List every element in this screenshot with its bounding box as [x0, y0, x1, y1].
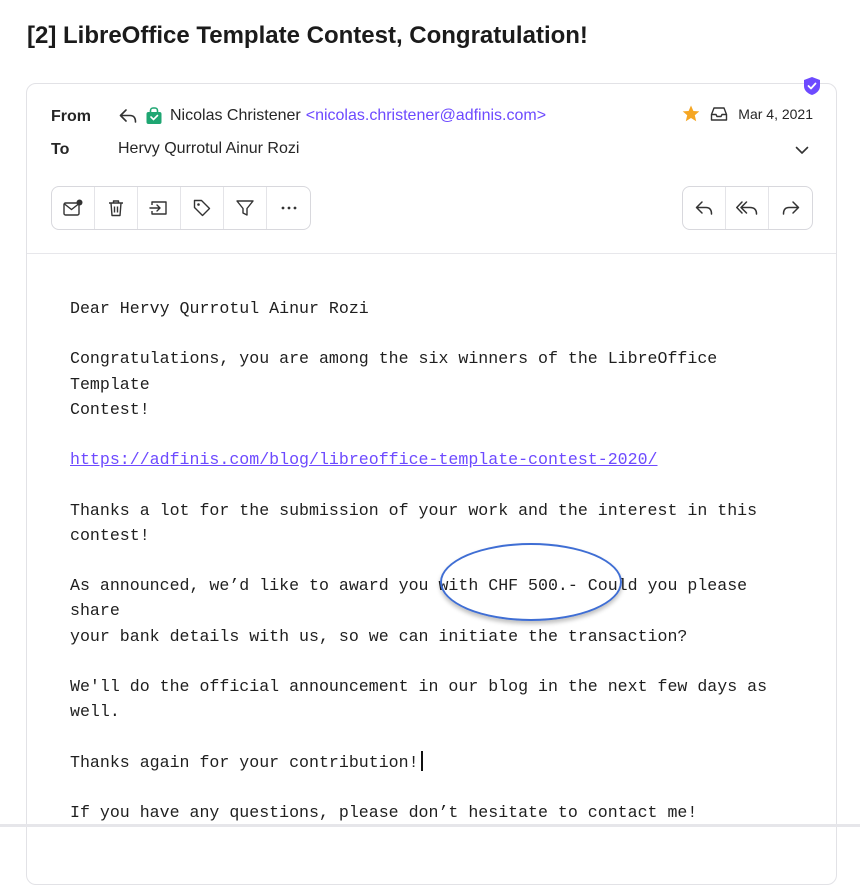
- mark-unread-button[interactable]: [52, 187, 95, 229]
- body-paragraph: Thanks a lot for the submission of your …: [70, 500, 758, 545]
- reply-actions-toolbar: [682, 186, 813, 230]
- message-body[interactable]: Dear Hervy Qurrotul Ainur Rozi Congratul…: [70, 296, 810, 850]
- from-label: From: [51, 108, 91, 125]
- move-button[interactable]: [138, 187, 181, 229]
- move-icon: [149, 201, 167, 215]
- mark-unread-icon: [63, 199, 83, 216]
- body-paragraph: We'll do the official announcement in ou…: [70, 676, 768, 722]
- to-label: To: [51, 141, 70, 158]
- sender-address[interactable]: <nicolas.christener@adfinis.com>: [306, 107, 546, 125]
- inbox-icon: [711, 106, 728, 121]
- message-meta: Mar 4, 2021: [672, 105, 813, 122]
- reply-icon: [695, 201, 713, 215]
- message-date: Mar 4, 2021: [738, 105, 813, 122]
- sender-name: Nicolas Christener: [170, 107, 301, 124]
- sender[interactable]: Nicolas Christener <nicolas.christener@a…: [118, 106, 546, 126]
- reply-button[interactable]: [683, 187, 726, 229]
- forward-button[interactable]: [769, 187, 812, 229]
- contest-link[interactable]: https://adfinis.com/blog/libreoffice-tem…: [70, 450, 658, 469]
- body-paragraph: Congratulations, you are among the six w…: [70, 349, 718, 419]
- filter-button[interactable]: [224, 187, 267, 229]
- shield-check-icon: [804, 77, 820, 95]
- filter-icon: [236, 200, 254, 216]
- body-paragraph: If you have any questions, please don’t …: [70, 802, 698, 822]
- message-actions-toolbar: [51, 186, 311, 230]
- greeting: Dear Hervy Qurrotul Ainur Rozi: [70, 299, 369, 318]
- message-subject: [2] LibreOffice Template Contest, Congra…: [27, 22, 588, 49]
- more-button[interactable]: [267, 187, 310, 229]
- forward-icon: [782, 201, 799, 215]
- reply-all-button[interactable]: [726, 187, 769, 229]
- message-card: From To Nicolas Christener <nicolas.chri…: [26, 77, 837, 885]
- text-cursor: [420, 750, 423, 771]
- body-paragraph: As announced, we’d like to award you wit…: [70, 576, 748, 646]
- reply-arrow-icon: [118, 106, 138, 126]
- reply-all-icon: [736, 201, 758, 215]
- more-icon: [281, 206, 296, 210]
- label-button[interactable]: [181, 187, 224, 229]
- green-bag-icon: [144, 106, 164, 126]
- trash-icon: [109, 200, 123, 217]
- header-divider: [27, 253, 836, 254]
- body-paragraph: Thanks again for your contribution!: [70, 752, 419, 772]
- trash-button[interactable]: [95, 187, 138, 229]
- chevron-down-icon[interactable]: [794, 142, 810, 158]
- label-icon: [193, 199, 211, 217]
- star-icon[interactable]: [682, 105, 700, 122]
- recipient[interactable]: Hervy Qurrotul Ainur Rozi: [118, 140, 299, 158]
